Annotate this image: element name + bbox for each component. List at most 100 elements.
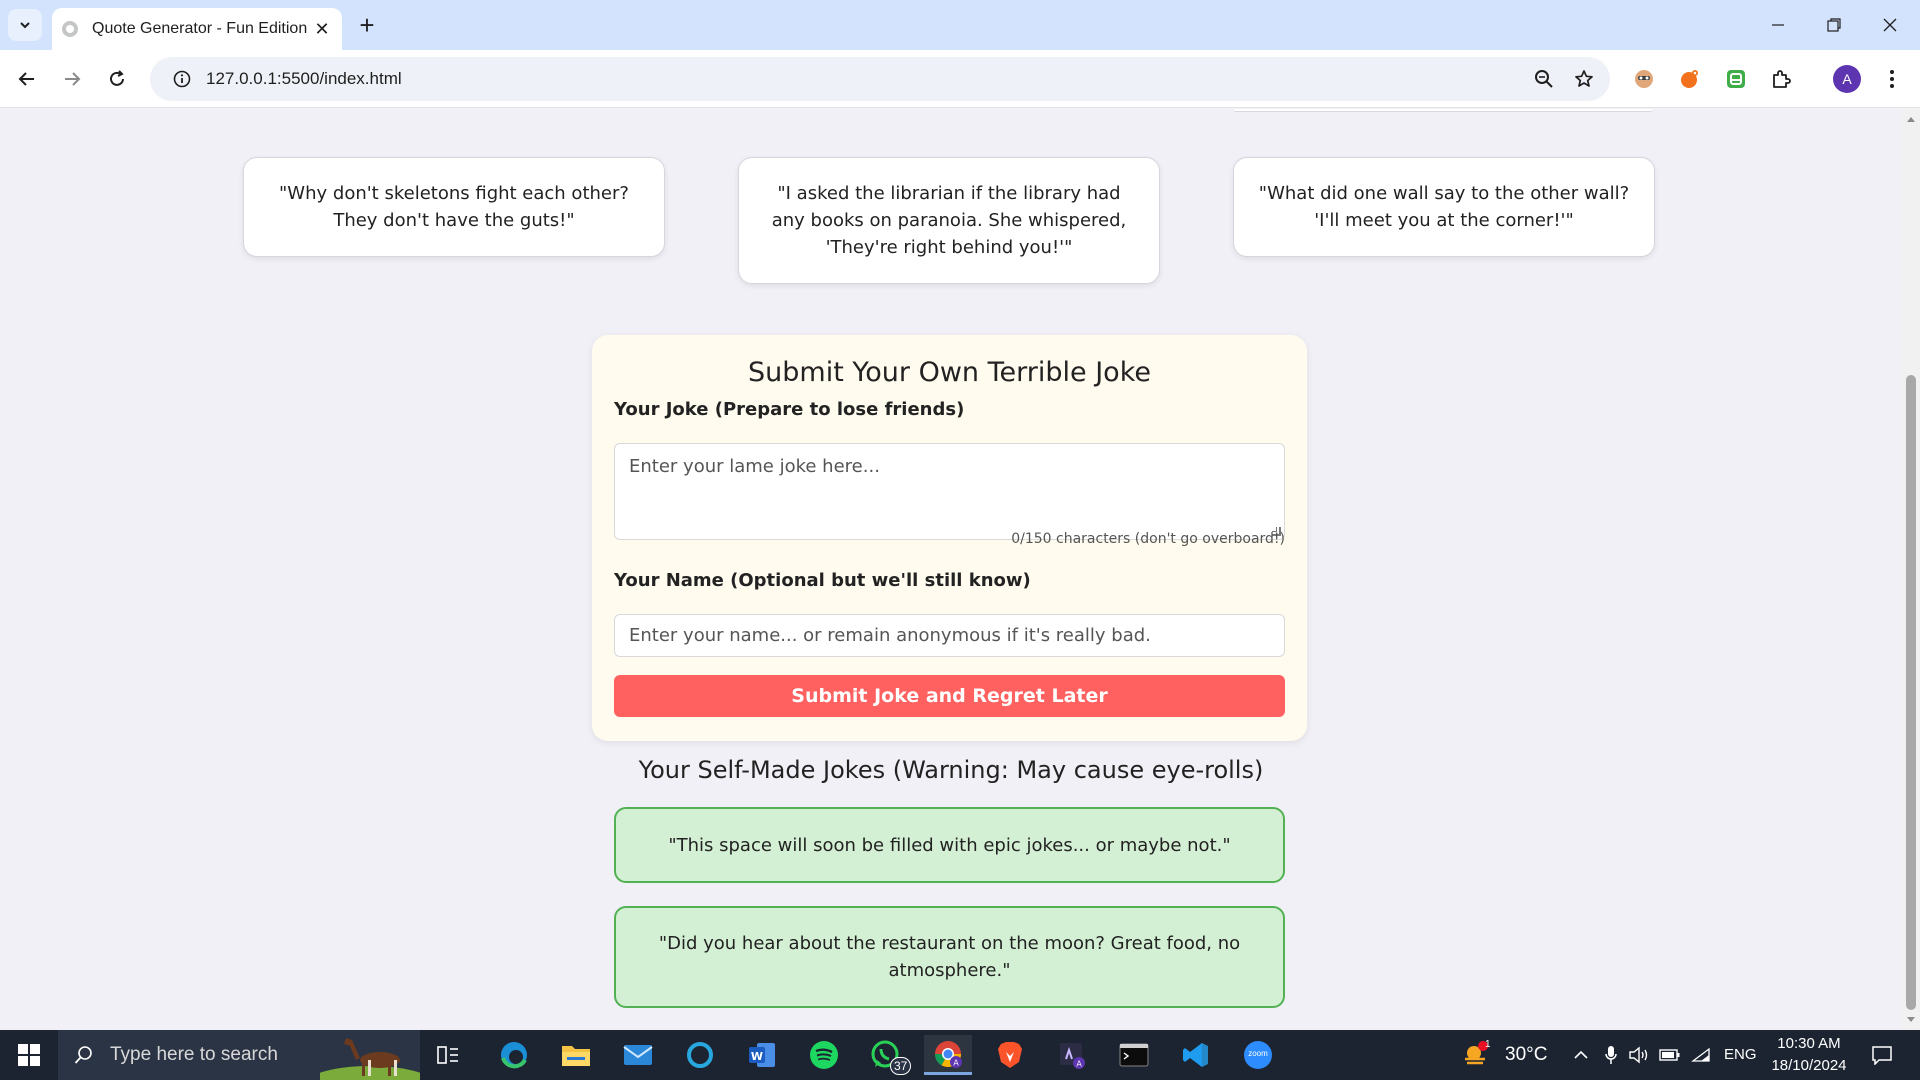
- chevron-down-icon: [20, 22, 30, 29]
- taskbar-zoom[interactable]: zoom: [1234, 1035, 1282, 1075]
- joke-text: "What did one wall say to the other wall…: [1258, 183, 1630, 231]
- extension-1-icon[interactable]: [1628, 63, 1660, 95]
- close-window-button[interactable]: [1862, 0, 1918, 50]
- bookmark-star-icon[interactable]: [1564, 59, 1604, 99]
- task-view-button[interactable]: [424, 1035, 472, 1075]
- taskbar-spotify[interactable]: [800, 1035, 848, 1075]
- site-info-icon[interactable]: [162, 57, 202, 101]
- extension-3-icon[interactable]: [1720, 63, 1752, 95]
- volume-tray[interactable]: [1624, 1035, 1654, 1075]
- restore-icon: [1827, 18, 1841, 32]
- name-input[interactable]: Enter your name... or remain anonymous i…: [614, 614, 1285, 657]
- vscode-icon: [1183, 1043, 1208, 1067]
- brave-icon: [998, 1042, 1022, 1068]
- close-icon: [1883, 18, 1897, 32]
- taskbar-cortana[interactable]: [676, 1035, 724, 1075]
- svg-text:A: A: [953, 1058, 959, 1067]
- minimize-button[interactable]: [1750, 0, 1806, 50]
- character-counter: 0/150 characters (don't go overboard!): [1011, 531, 1285, 547]
- taskbar-visual-studio[interactable]: A: [1048, 1035, 1096, 1075]
- notifications-button[interactable]: [1862, 1035, 1902, 1075]
- scroll-up-icon[interactable]: [1907, 117, 1915, 122]
- forward-button[interactable]: [55, 62, 89, 96]
- partial-card-edge: [1233, 109, 1653, 112]
- browser-menu-icon[interactable]: [1876, 63, 1908, 95]
- address-bar[interactable]: 127.0.0.1:5500/index.html: [150, 57, 1610, 101]
- taskbar-file-explorer[interactable]: [552, 1035, 600, 1075]
- folder-icon: [562, 1046, 590, 1066]
- joke-card: "Why don't skeletons fight each other? T…: [243, 157, 665, 257]
- scroll-down-icon[interactable]: [1907, 1017, 1915, 1022]
- browser-toolbar: 127.0.0.1:5500/index.html: [0, 50, 1920, 108]
- restore-button[interactable]: [1806, 0, 1862, 50]
- weather-temperature[interactable]: 30°C: [1505, 1044, 1547, 1066]
- svg-text:A: A: [1076, 1060, 1082, 1069]
- word-icon: W: [749, 1043, 775, 1067]
- weather-badge: 1: [1485, 1039, 1491, 1050]
- app-window-icon: A: [1060, 1043, 1085, 1069]
- taskbar-brave[interactable]: [986, 1035, 1034, 1075]
- speaker-icon: [1629, 1046, 1648, 1064]
- windows-logo-icon: [18, 1044, 40, 1066]
- taskbar-chrome[interactable]: A: [924, 1035, 972, 1075]
- clock[interactable]: 10:30 AM 18/10/2024: [1764, 1033, 1854, 1077]
- okapi-illustration-icon: [320, 1038, 420, 1080]
- globe-icon: [62, 21, 78, 37]
- self-made-joke-card: "Did you hear about the restaurant on th…: [614, 906, 1285, 1008]
- joke-text: "Why don't skeletons fight each other? T…: [279, 183, 629, 231]
- taskbar-search[interactable]: Type here to search: [58, 1030, 420, 1080]
- show-hidden-icons-button[interactable]: [1566, 1035, 1596, 1075]
- battery-tray[interactable]: [1655, 1035, 1685, 1075]
- clock-date: 18/10/2024: [1771, 1057, 1847, 1074]
- self-made-joke-text: "This space will soon be filled with epi…: [668, 834, 1231, 856]
- name-placeholder: Enter your name... or remain anonymous i…: [629, 625, 1151, 646]
- taskbar-edge[interactable]: [490, 1035, 538, 1075]
- self-made-joke-text: "Did you hear about the restaurant on th…: [658, 933, 1241, 981]
- taskbar-vscode[interactable]: [1172, 1035, 1220, 1075]
- chrome-icon: A: [934, 1040, 962, 1068]
- tab-search-button[interactable]: [8, 9, 42, 41]
- microphone-icon: [1605, 1046, 1617, 1064]
- taskbar-whatsapp[interactable]: 37: [862, 1035, 912, 1075]
- notification-icon: [1872, 1046, 1892, 1065]
- scroll-thumb[interactable]: [1906, 375, 1916, 1010]
- taskbar-terminal[interactable]: [1110, 1035, 1158, 1075]
- back-button[interactable]: [10, 62, 44, 96]
- reload-icon: [110, 70, 124, 86]
- reload-button[interactable]: [100, 62, 134, 96]
- url-text[interactable]: 127.0.0.1:5500/index.html: [206, 69, 1524, 89]
- mail-icon: [623, 1045, 653, 1065]
- whatsapp-badge: 37: [890, 1057, 912, 1075]
- browser-tab-active[interactable]: Quote Generator - Fun Edition ✕: [52, 8, 342, 50]
- joke-card: "What did one wall say to the other wall…: [1233, 157, 1655, 257]
- submit-joke-form: Submit Your Own Terrible Joke Your Joke …: [592, 335, 1307, 741]
- weather-widget[interactable]: 1: [1456, 1035, 1496, 1075]
- arrow-right-icon: [65, 72, 81, 86]
- profile-avatar[interactable]: A: [1833, 65, 1861, 93]
- microphone-tray[interactable]: [1596, 1035, 1626, 1075]
- taskbar-word[interactable]: W: [738, 1035, 786, 1075]
- new-tab-button[interactable]: +: [352, 10, 382, 40]
- tab-title: Quote Generator - Fun Edition: [92, 20, 308, 37]
- page-viewport: "Why don't skeletons fight each other? T…: [0, 109, 1902, 1030]
- battery-icon: [1659, 1049, 1680, 1061]
- edge-icon: [501, 1042, 527, 1069]
- zoom-icon[interactable]: [1524, 59, 1564, 99]
- search-placeholder: Type here to search: [110, 1044, 278, 1065]
- close-tab-icon[interactable]: ✕: [308, 15, 336, 43]
- joke-textarea[interactable]: Enter your lame joke here...: [614, 443, 1285, 540]
- joke-field-label: Your Joke (Prepare to lose friends): [614, 399, 965, 420]
- extensions-puzzle-icon[interactable]: [1765, 63, 1797, 95]
- clock-time: 10:30 AM: [1777, 1035, 1841, 1052]
- network-tray[interactable]: [1686, 1035, 1716, 1075]
- zoom-app-label: zoom: [1248, 1049, 1268, 1058]
- joke-placeholder: Enter your lame joke here...: [629, 456, 880, 477]
- taskbar-mail[interactable]: [614, 1035, 662, 1075]
- page-scrollbar[interactable]: [1902, 109, 1920, 1030]
- self-made-joke-card: "This space will soon be filled with epi…: [614, 807, 1285, 883]
- form-title: Submit Your Own Terrible Joke: [748, 357, 1151, 388]
- language-indicator[interactable]: ENG: [1724, 1046, 1757, 1063]
- start-button[interactable]: [0, 1030, 58, 1080]
- extension-2-icon[interactable]: [1674, 63, 1706, 95]
- submit-joke-button[interactable]: Submit Joke and Regret Later: [614, 675, 1285, 717]
